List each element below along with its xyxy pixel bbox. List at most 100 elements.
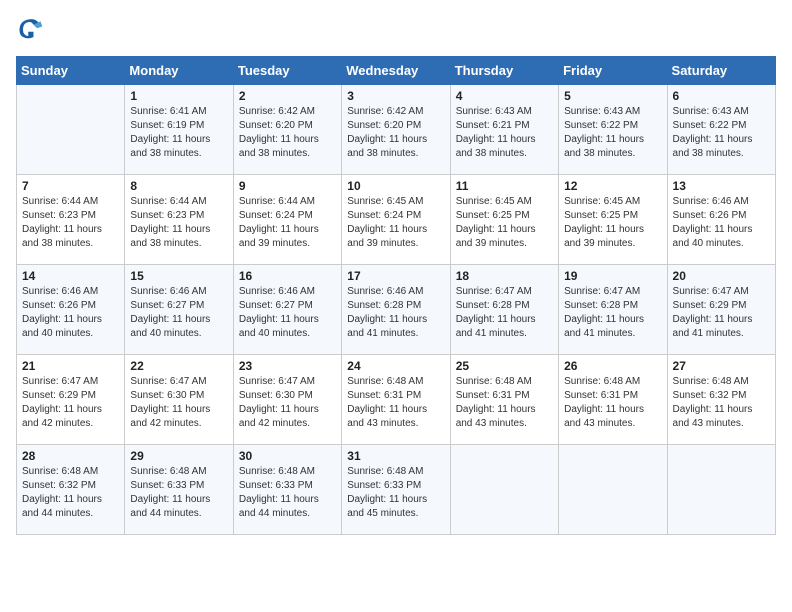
day-info: Sunrise: 6:45 AM Sunset: 6:25 PM Dayligh…	[456, 195, 553, 251]
calendar-cell: 5 Sunrise: 6:43 AM Sunset: 6:22 PM Daylig…	[559, 85, 667, 175]
day-number: 22	[130, 359, 227, 373]
header-row: SundayMondayTuesdayWednesdayThursdayFrid…	[17, 57, 776, 85]
calendar-cell: 8 Sunrise: 6:44 AM Sunset: 6:23 PM Daylig…	[125, 175, 233, 265]
day-info: Sunrise: 6:43 AM Sunset: 6:22 PM Dayligh…	[673, 105, 770, 161]
calendar-week-4: 21 Sunrise: 6:47 AM Sunset: 6:29 PM Dayli…	[17, 355, 776, 445]
day-number: 5	[564, 89, 661, 103]
day-number: 14	[22, 269, 119, 283]
calendar-header: SundayMondayTuesdayWednesdayThursdayFrid…	[17, 57, 776, 85]
day-info: Sunrise: 6:48 AM Sunset: 6:31 PM Dayligh…	[564, 375, 661, 431]
day-number: 9	[239, 179, 336, 193]
calendar-cell: 11Sunrise: 6:45 AM Sunset: 6:25 PM Dayli…	[450, 175, 558, 265]
day-info: Sunrise: 6:44 AM Sunset: 6:23 PM Dayligh…	[130, 195, 227, 251]
day-number: 4	[456, 89, 553, 103]
day-number: 28	[22, 449, 119, 463]
day-info: Sunrise: 6:44 AM Sunset: 6:24 PM Dayligh…	[239, 195, 336, 251]
day-number: 18	[456, 269, 553, 283]
calendar-cell: 12Sunrise: 6:45 AM Sunset: 6:25 PM Dayli…	[559, 175, 667, 265]
day-number: 24	[347, 359, 444, 373]
day-info: Sunrise: 6:48 AM Sunset: 6:33 PM Dayligh…	[347, 465, 444, 521]
day-number: 29	[130, 449, 227, 463]
calendar-cell: 19 Sunrise: 6:47 AM Sunset: 6:28 PM Dayli…	[559, 265, 667, 355]
calendar-cell	[17, 85, 125, 175]
logo-icon	[16, 16, 44, 44]
calendar-cell: 29 Sunrise: 6:48 AM Sunset: 6:33 PM Dayli…	[125, 445, 233, 535]
day-number: 23	[239, 359, 336, 373]
calendar-cell: 31 Sunrise: 6:48 AM Sunset: 6:33 PM Dayli…	[342, 445, 450, 535]
day-number: 15	[130, 269, 227, 283]
calendar-cell: 7 Sunrise: 6:44 AM Sunset: 6:23 PM Daylig…	[17, 175, 125, 265]
day-info: Sunrise: 6:45 AM Sunset: 6:24 PM Dayligh…	[347, 195, 444, 251]
calendar-cell: 14 Sunrise: 6:46 AM Sunset: 6:26 PM Dayli…	[17, 265, 125, 355]
day-number: 12	[564, 179, 661, 193]
day-number: 26	[564, 359, 661, 373]
calendar-week-3: 14 Sunrise: 6:46 AM Sunset: 6:26 PM Dayli…	[17, 265, 776, 355]
calendar-cell: 10 Sunrise: 6:45 AM Sunset: 6:24 PM Dayli…	[342, 175, 450, 265]
day-number: 31	[347, 449, 444, 463]
day-number: 8	[130, 179, 227, 193]
day-info: Sunrise: 6:43 AM Sunset: 6:22 PM Dayligh…	[564, 105, 661, 161]
calendar-cell	[450, 445, 558, 535]
calendar-cell: 24Sunrise: 6:48 AM Sunset: 6:31 PM Dayli…	[342, 355, 450, 445]
day-info: Sunrise: 6:47 AM Sunset: 6:30 PM Dayligh…	[239, 375, 336, 431]
day-number: 25	[456, 359, 553, 373]
weekday-header-friday: Friday	[559, 57, 667, 85]
page-header	[16, 16, 776, 44]
day-number: 20	[673, 269, 770, 283]
day-number: 7	[22, 179, 119, 193]
day-info: Sunrise: 6:48 AM Sunset: 6:31 PM Dayligh…	[456, 375, 553, 431]
calendar-cell: 15Sunrise: 6:46 AM Sunset: 6:27 PM Dayli…	[125, 265, 233, 355]
calendar-cell	[667, 445, 775, 535]
calendar-body: 1 Sunrise: 6:41 AM Sunset: 6:19 PM Daylig…	[17, 85, 776, 535]
weekday-header-saturday: Saturday	[667, 57, 775, 85]
weekday-header-thursday: Thursday	[450, 57, 558, 85]
weekday-header-monday: Monday	[125, 57, 233, 85]
calendar-week-5: 28 Sunrise: 6:48 AM Sunset: 6:32 PM Dayli…	[17, 445, 776, 535]
day-info: Sunrise: 6:48 AM Sunset: 6:32 PM Dayligh…	[673, 375, 770, 431]
day-info: Sunrise: 6:48 AM Sunset: 6:33 PM Dayligh…	[239, 465, 336, 521]
calendar-cell: 1 Sunrise: 6:41 AM Sunset: 6:19 PM Daylig…	[125, 85, 233, 175]
day-info: Sunrise: 6:47 AM Sunset: 6:29 PM Dayligh…	[22, 375, 119, 431]
day-number: 1	[130, 89, 227, 103]
calendar-cell: 4Sunrise: 6:43 AM Sunset: 6:21 PM Daylig…	[450, 85, 558, 175]
day-number: 27	[673, 359, 770, 373]
calendar-week-2: 7 Sunrise: 6:44 AM Sunset: 6:23 PM Daylig…	[17, 175, 776, 265]
day-info: Sunrise: 6:47 AM Sunset: 6:28 PM Dayligh…	[564, 285, 661, 341]
weekday-header-tuesday: Tuesday	[233, 57, 341, 85]
day-info: Sunrise: 6:42 AM Sunset: 6:20 PM Dayligh…	[239, 105, 336, 161]
day-info: Sunrise: 6:48 AM Sunset: 6:33 PM Dayligh…	[130, 465, 227, 521]
calendar-cell: 13 Sunrise: 6:46 AM Sunset: 6:26 PM Dayli…	[667, 175, 775, 265]
day-number: 17	[347, 269, 444, 283]
day-info: Sunrise: 6:46 AM Sunset: 6:28 PM Dayligh…	[347, 285, 444, 341]
day-info: Sunrise: 6:44 AM Sunset: 6:23 PM Dayligh…	[22, 195, 119, 251]
calendar-week-1: 1 Sunrise: 6:41 AM Sunset: 6:19 PM Daylig…	[17, 85, 776, 175]
calendar-cell: 28 Sunrise: 6:48 AM Sunset: 6:32 PM Dayli…	[17, 445, 125, 535]
day-number: 21	[22, 359, 119, 373]
day-number: 30	[239, 449, 336, 463]
calendar-cell: 22 Sunrise: 6:47 AM Sunset: 6:30 PM Dayli…	[125, 355, 233, 445]
day-info: Sunrise: 6:46 AM Sunset: 6:26 PM Dayligh…	[22, 285, 119, 341]
day-number: 10	[347, 179, 444, 193]
calendar-cell: 27 Sunrise: 6:48 AM Sunset: 6:32 PM Dayli…	[667, 355, 775, 445]
calendar-cell: 9 Sunrise: 6:44 AM Sunset: 6:24 PM Daylig…	[233, 175, 341, 265]
day-info: Sunrise: 6:48 AM Sunset: 6:32 PM Dayligh…	[22, 465, 119, 521]
weekday-header-sunday: Sunday	[17, 57, 125, 85]
calendar-cell	[559, 445, 667, 535]
calendar-cell: 21 Sunrise: 6:47 AM Sunset: 6:29 PM Dayli…	[17, 355, 125, 445]
calendar-cell: 23 Sunrise: 6:47 AM Sunset: 6:30 PM Dayli…	[233, 355, 341, 445]
day-info: Sunrise: 6:46 AM Sunset: 6:27 PM Dayligh…	[239, 285, 336, 341]
weekday-header-wednesday: Wednesday	[342, 57, 450, 85]
calendar-cell: 25 Sunrise: 6:48 AM Sunset: 6:31 PM Dayli…	[450, 355, 558, 445]
day-number: 13	[673, 179, 770, 193]
day-info: Sunrise: 6:47 AM Sunset: 6:30 PM Dayligh…	[130, 375, 227, 431]
day-number: 2	[239, 89, 336, 103]
calendar-cell: 2 Sunrise: 6:42 AM Sunset: 6:20 PM Daylig…	[233, 85, 341, 175]
day-info: Sunrise: 6:42 AM Sunset: 6:20 PM Dayligh…	[347, 105, 444, 161]
calendar-cell: 18 Sunrise: 6:47 AM Sunset: 6:28 PM Dayli…	[450, 265, 558, 355]
day-info: Sunrise: 6:41 AM Sunset: 6:19 PM Dayligh…	[130, 105, 227, 161]
day-number: 19	[564, 269, 661, 283]
logo	[16, 16, 48, 44]
day-info: Sunrise: 6:46 AM Sunset: 6:26 PM Dayligh…	[673, 195, 770, 251]
day-info: Sunrise: 6:47 AM Sunset: 6:28 PM Dayligh…	[456, 285, 553, 341]
calendar-table: SundayMondayTuesdayWednesdayThursdayFrid…	[16, 56, 776, 535]
